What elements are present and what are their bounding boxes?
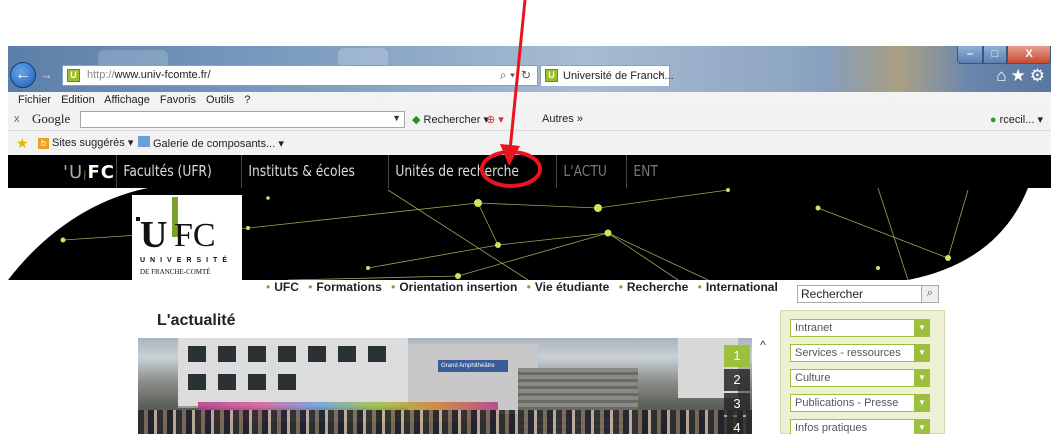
chevron-down-icon: ▼ bbox=[914, 394, 930, 412]
mainnav-recherche[interactable]: • Recherche bbox=[619, 280, 689, 294]
menu-favoris[interactable]: Favoris bbox=[160, 94, 196, 106]
search-icon[interactable]: ⌕ bbox=[921, 285, 939, 303]
google-logo: Google bbox=[32, 111, 71, 126]
chevron-down-icon: ▼ bbox=[914, 344, 930, 362]
google-search-icon: ◆ bbox=[412, 114, 421, 126]
menu-help[interactable]: ? bbox=[244, 94, 250, 106]
tab-favicon: U bbox=[545, 69, 558, 82]
refresh-icon[interactable]: ↻ bbox=[521, 68, 531, 82]
home-icon[interactable]: ⌂ bbox=[996, 66, 1010, 85]
favorites-star-icon[interactable]: ★ bbox=[1011, 66, 1030, 85]
mainnav-formations[interactable]: • Formations bbox=[308, 280, 382, 294]
forward-button[interactable]: → bbox=[40, 67, 56, 83]
quick-links-panel: Intranet ▼ Services - ressources ▼ Culture… bbox=[780, 310, 945, 434]
favorites-star-icon[interactable]: ★ bbox=[16, 135, 29, 152]
toolbar-close-icon[interactable]: x bbox=[14, 113, 20, 125]
dropdown-intranet[interactable]: Intranet ▼ bbox=[790, 319, 930, 337]
dropdown-culture[interactable]: Culture ▼ bbox=[790, 369, 930, 387]
google-search-button[interactable]: ◆ Rechercher ▾ bbox=[412, 113, 489, 126]
mainnav-ufc[interactable]: • UFC bbox=[266, 280, 299, 294]
slider-page-1[interactable]: 1 bbox=[724, 345, 750, 367]
dropdown-infos-pratiques[interactable]: Infos pratiques ▼ bbox=[790, 419, 930, 434]
chevron-down-icon: ▼ bbox=[914, 369, 930, 387]
mainnav-international[interactable]: • International bbox=[698, 280, 778, 294]
web-slice-gallery-link[interactable]: Galerie de composants... ▾ bbox=[138, 136, 284, 150]
nav-unites-recherche[interactable]: Unités de recherche bbox=[387, 155, 526, 188]
menu-bar: Fichier Edition Affichage Favoris Outils… bbox=[8, 92, 1051, 109]
site-favicon: U bbox=[67, 69, 80, 82]
logo-universite-text: UNIVERSITÉ bbox=[140, 257, 233, 264]
user-account[interactable]: ● rcecil... ▾ bbox=[990, 113, 1043, 126]
google-other-button[interactable]: Autres » bbox=[542, 113, 583, 125]
menu-outils[interactable]: Outils bbox=[206, 94, 234, 106]
suggested-sites-icon: b bbox=[38, 138, 49, 149]
chevron-down-icon: ▼ bbox=[914, 319, 930, 337]
gear-icon[interactable]: ⚙ bbox=[1030, 66, 1049, 85]
toolbar-icons: ⌂★⚙ bbox=[996, 66, 1049, 86]
navigation-row: ← → U http://www.univ-fcomte.fr/ ⌕ ▾ ↻ U… bbox=[8, 62, 1051, 90]
menu-affichage[interactable]: Affichage bbox=[104, 94, 150, 106]
google-plus-icon[interactable]: ⊕ ▾ bbox=[486, 113, 504, 126]
chevron-down-icon[interactable]: ▼ bbox=[392, 113, 401, 123]
slider-page-3[interactable]: 3 bbox=[724, 393, 750, 415]
university-logo[interactable]: U FC UNIVERSITÉ DE FRANCHE-COMTÉ bbox=[132, 195, 242, 283]
slider-page-4[interactable]: 4 bbox=[724, 417, 750, 434]
scroll-up-icon[interactable]: ^ bbox=[756, 338, 770, 354]
photo-building bbox=[178, 338, 408, 408]
menu-edition[interactable]: Edition bbox=[61, 94, 95, 106]
status-dot-icon: ● bbox=[989, 114, 997, 126]
photo-crowd bbox=[138, 410, 752, 434]
logo-letters-fc: FC bbox=[174, 217, 216, 254]
photo-sign: Grand Amphithéâtre bbox=[438, 360, 508, 372]
logo-letter-u: U bbox=[140, 214, 168, 256]
browser-tab[interactable]: U Université de Franch... × bbox=[540, 65, 674, 86]
tab-title: Université de Franch... bbox=[563, 70, 674, 82]
nav-facultes[interactable]: Facultés (UFR) bbox=[116, 155, 218, 188]
section-title: L'actualité bbox=[157, 312, 236, 329]
nav-actu[interactable]: L'ACTU bbox=[555, 155, 613, 188]
mainnav-vie-etudiante[interactable]: • Vie étudiante bbox=[527, 280, 610, 294]
screenshot: – □ X ← → U http://www.univ-fcomte.fr/ ⌕… bbox=[0, 0, 1051, 434]
dropdown-services[interactable]: Services - ressources ▼ bbox=[790, 344, 930, 362]
search-icon[interactable]: ⌕ ▾ bbox=[500, 68, 515, 83]
slider-page-2[interactable]: 2 bbox=[724, 369, 750, 391]
google-search-input[interactable]: ▼ bbox=[80, 111, 405, 128]
suggested-sites-link[interactable]: b Sites suggérés ▾ bbox=[38, 136, 133, 149]
address-bar[interactable]: U http://www.univ-fcomte.fr/ ⌕ ▾ ↻ bbox=[62, 65, 538, 86]
gallery-icon bbox=[138, 136, 150, 147]
site-top-nav: 'U|FC Facultés (UFR) Instituts & écoles … bbox=[8, 155, 1051, 188]
logo-region-text: DE FRANCHE-COMTÉ bbox=[140, 268, 211, 276]
slider-pager: 1 2 3 4 bbox=[724, 345, 750, 434]
site-logo-small[interactable]: 'U|FC bbox=[63, 162, 115, 183]
site-search-input[interactable]: Rechercher bbox=[797, 285, 927, 303]
nav-instituts[interactable]: Instituts & écoles bbox=[240, 155, 362, 188]
mainnav-orientation[interactable]: • Orientation insertion bbox=[391, 280, 517, 294]
address-url: http://www.univ-fcomte.fr/ bbox=[87, 69, 211, 81]
news-slider-image[interactable]: Grand Amphithéâtre bbox=[138, 338, 752, 434]
favorites-bar: ★ b Sites suggérés ▾ Galerie de composant… bbox=[8, 132, 1051, 154]
main-navigation: • UFC • Formations • Orientation insertion … bbox=[266, 280, 784, 294]
nav-ent[interactable]: ENT bbox=[625, 155, 664, 188]
menu-fichier[interactable]: Fichier bbox=[18, 94, 51, 106]
google-toolbar: x Google ▼ ◆ Rechercher ▾ ⊕ ▾ Autres » ●… bbox=[8, 109, 1051, 131]
web-page: 'U|FC Facultés (UFR) Instituts & écoles … bbox=[8, 155, 1051, 434]
back-button[interactable]: ← bbox=[10, 62, 36, 88]
tab-close-icon[interactable]: × bbox=[659, 69, 665, 81]
dropdown-publications[interactable]: Publications - Presse ▼ bbox=[790, 394, 930, 412]
chevron-down-icon: ▼ bbox=[914, 419, 930, 434]
